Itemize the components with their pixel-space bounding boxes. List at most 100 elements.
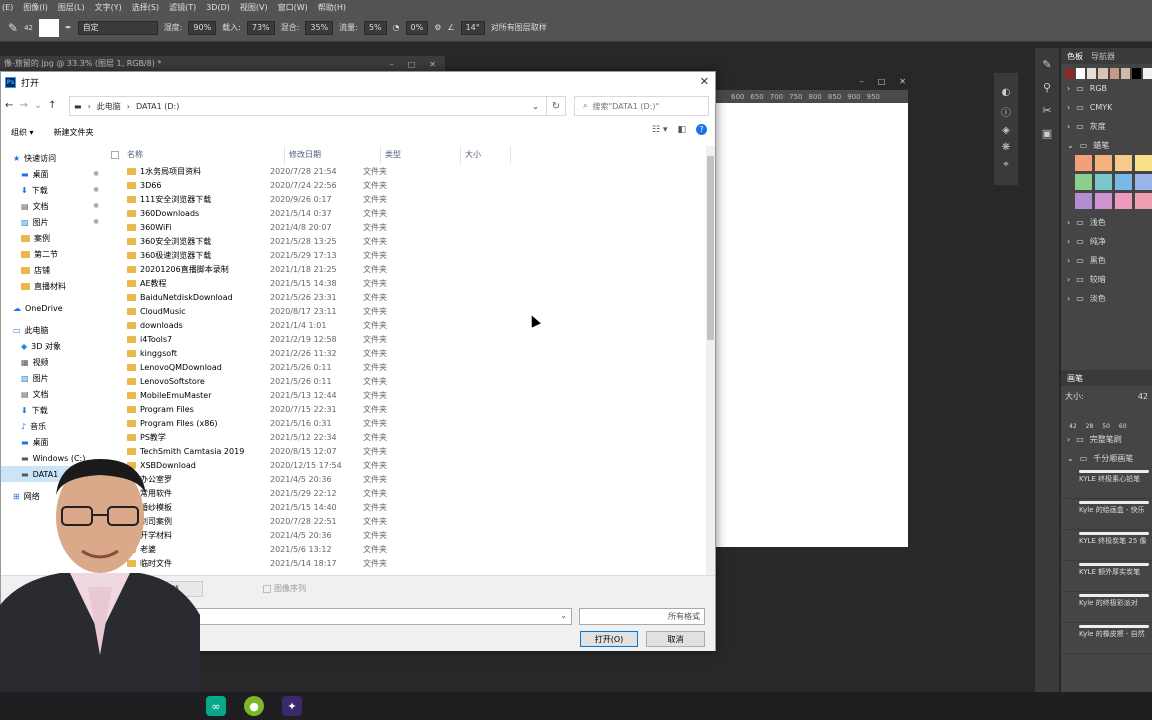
mix-value[interactable]: 35%	[305, 20, 334, 35]
brush-item[interactable]: KYLE 额外厚实炭笔	[1061, 561, 1152, 592]
swatch[interactable]	[1087, 68, 1097, 79]
mixer-brush-icon[interactable]: ✒	[65, 23, 72, 32]
swatch[interactable]	[1075, 193, 1092, 209]
file-row[interactable]: kinggsoft 2021/2/26 11:32 文件夹	[107, 346, 707, 360]
col-type[interactable]: 类型	[381, 146, 461, 164]
nav-item[interactable]: ▬ 桌面	[1, 434, 103, 450]
menu-item[interactable]: 窗口(W)	[278, 2, 308, 13]
scroll-thumb[interactable]	[707, 156, 714, 340]
history-icon[interactable]: ▣	[1042, 127, 1052, 140]
image-sequence-checkbox[interactable]: 图像序列	[263, 583, 306, 594]
canvas[interactable]	[715, 103, 908, 547]
menu-item[interactable]: 3D(D)	[206, 3, 230, 12]
file-row[interactable]: 1水务局项目资料 2020/7/28 21:54 文件夹	[107, 164, 707, 178]
nav-item[interactable]: 店铺	[1, 262, 103, 278]
swatch-group[interactable]: › ▭ 淡色	[1061, 289, 1152, 308]
nav-item[interactable]: 直播材料	[1, 278, 103, 294]
search-input[interactable]: 搜索"DATA1 (D:)"	[592, 101, 659, 112]
brush-settings-icon[interactable]: ✎	[1042, 58, 1051, 71]
brush-item[interactable]: Kyle 的橡皮擦 - 自然	[1061, 623, 1152, 654]
chevron-down-icon[interactable]: ⌄	[560, 611, 567, 620]
taskbar-app-icon[interactable]: ∞	[206, 696, 226, 716]
swatch-group[interactable]: › ▭ RGB	[1061, 79, 1152, 98]
breadcrumb-drive[interactable]: DATA1 (D:)	[136, 102, 179, 111]
swatch-group[interactable]: › ▭ 纯净	[1061, 232, 1152, 251]
view-options-icon[interactable]: ☷ ▾	[652, 125, 667, 135]
file-row[interactable]: 111安全浏览器下载 2020/9/26 0:17 文件夹	[107, 192, 707, 206]
taskbar-app-icon[interactable]: ✦	[282, 696, 302, 716]
open-button[interactable]: 打开(O)	[580, 631, 638, 647]
nav-item[interactable]: ▭ 此电脑	[1, 322, 103, 338]
menu-item[interactable]: 图层(L)	[58, 2, 85, 13]
brush-tab[interactable]: 画笔	[1067, 373, 1083, 384]
brush-size[interactable]: 42	[1138, 392, 1152, 401]
close-icon[interactable]: ✕	[899, 77, 906, 86]
gear-icon[interactable]: ⚙	[434, 23, 441, 32]
swatch[interactable]	[1095, 193, 1112, 209]
nav-item[interactable]: ☁ OneDrive	[1, 300, 103, 316]
swatch-group[interactable]: › ▭ 浅色	[1061, 213, 1152, 232]
nav-item[interactable]: 第二节	[1, 246, 103, 262]
maximize-icon[interactable]: □	[878, 77, 886, 86]
swatch-group[interactable]: › ▭ 灰度	[1061, 117, 1152, 136]
swatch-group[interactable]: ⌄ ▭ 蜡笔	[1061, 136, 1152, 155]
nav-item[interactable]: ▤ 文档	[1, 386, 103, 402]
brush-preset[interactable]: 60	[1119, 423, 1127, 430]
clone-source-icon[interactable]: ⚲	[1043, 81, 1051, 94]
nav-item[interactable]: ★ 快速访问	[1, 150, 103, 166]
nav-item[interactable]: 案例	[1, 230, 103, 246]
file-row[interactable]: 20201206直播脚本录制 2021/1/18 21:25 文件夹	[107, 262, 707, 276]
file-row[interactable]: PS教学 2021/5/12 22:34 文件夹	[107, 430, 707, 444]
sample-all-label[interactable]: 对所有图层取样	[491, 22, 547, 33]
breadcrumb-this-pc[interactable]: 此电脑	[97, 101, 121, 112]
new-folder-button[interactable]: 新建文件夹	[54, 127, 94, 138]
brush-item[interactable]: Kyle 的绘画盒 - 快乐	[1061, 499, 1152, 530]
swatch[interactable]	[1115, 155, 1132, 171]
smooth-value[interactable]: 0%	[405, 20, 429, 35]
back-arrow-icon[interactable]: ←	[5, 100, 13, 111]
file-row[interactable]: LenovoQMDownload 2021/5/26 0:11 文件夹	[107, 360, 707, 374]
swatch-group[interactable]: › ▭ 黑色	[1061, 251, 1152, 270]
menu-item[interactable]: 图像(I)	[23, 2, 48, 13]
swatch[interactable]	[1075, 174, 1092, 190]
brush-item[interactable]: Kyle 的终极彩派对	[1061, 592, 1152, 623]
file-row[interactable]: downloads 2021/1/4 1:01 文件夹	[107, 318, 707, 332]
nav-item[interactable]: ⬇ 下载 ✱	[1, 182, 103, 198]
select-all-checkbox[interactable]	[107, 146, 123, 164]
menu-item[interactable]: 选择(S)	[132, 2, 159, 13]
file-row[interactable]: 360Downloads 2021/5/14 0:37 文件夹	[107, 206, 707, 220]
airbrush-icon[interactable]: ◔	[393, 23, 400, 32]
brush-preset[interactable]: 28	[1086, 423, 1094, 430]
maximize-icon[interactable]: □	[408, 60, 416, 69]
channels-icon[interactable]: ❋	[1002, 142, 1010, 153]
forward-arrow-icon[interactable]: →	[19, 100, 27, 111]
nav-item[interactable]: ⬇ 下载	[1, 402, 103, 418]
tool-presets-icon[interactable]: ✂	[1042, 104, 1051, 117]
file-row[interactable]: BaiduNetdiskDownload 2021/5/26 23:31 文件夹	[107, 290, 707, 304]
minimize-icon[interactable]: –	[860, 77, 864, 86]
up-arrow-icon[interactable]: ↑	[48, 100, 56, 111]
adjust-icon[interactable]: ◐	[1002, 87, 1011, 98]
scrollbar[interactable]	[706, 146, 715, 576]
col-date[interactable]: 修改日期	[285, 146, 381, 164]
col-name[interactable]: 名称	[123, 146, 285, 164]
filename-input[interactable]: ⌄	[171, 608, 572, 625]
swatch-group[interactable]: ⌄ ▭ 千分顺画笔	[1061, 449, 1152, 468]
info-icon[interactable]: ⓘ	[1001, 104, 1011, 119]
file-row[interactable]: 3D66 2020/7/24 22:56 文件夹	[107, 178, 707, 192]
brush-tool-icon[interactable]: ✎	[8, 21, 18, 35]
swatch[interactable]	[1135, 193, 1152, 209]
brush-item[interactable]: KYLE 终极素心铅笔	[1061, 468, 1152, 499]
swatch[interactable]	[1109, 68, 1119, 79]
paths-icon[interactable]: ⌖	[1003, 159, 1009, 170]
swatch[interactable]	[1120, 68, 1130, 79]
help-icon[interactable]: ?	[696, 124, 707, 135]
file-row[interactable]: AE教程 2021/5/15 14:38 文件夹	[107, 276, 707, 290]
swatch[interactable]	[1135, 174, 1152, 190]
file-row[interactable]: Program Files (x86) 2021/5/16 0:31 文件夹	[107, 416, 707, 430]
swatch[interactable]	[1065, 68, 1075, 79]
search-box[interactable]: ⌕ 搜索"DATA1 (D:)"	[574, 96, 709, 116]
panel-tab[interactable]: 色板	[1067, 51, 1083, 62]
nav-item[interactable]: ▨ 图片	[1, 370, 103, 386]
preview-pane-icon[interactable]: ◧	[677, 125, 686, 135]
